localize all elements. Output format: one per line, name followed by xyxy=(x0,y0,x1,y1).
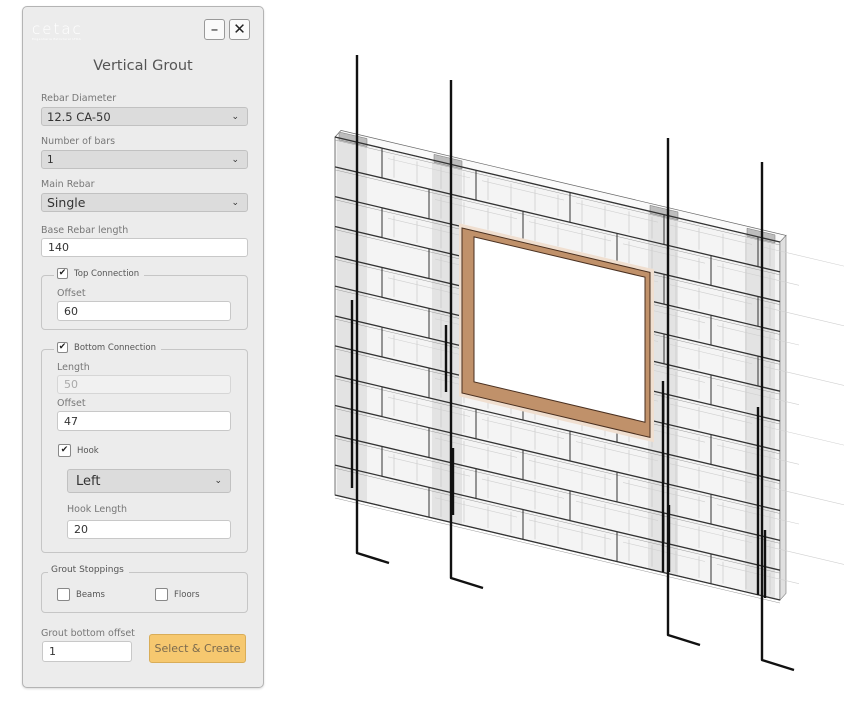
check-icon: ✔ xyxy=(58,268,67,278)
bottom-connection-legend: ✔ Bottom Connection xyxy=(54,342,161,353)
hook-label: Hook xyxy=(77,445,99,456)
top-connection-group: ✔ Top Connection Offset 60 xyxy=(41,268,248,330)
panel-title: Vertical Grout xyxy=(93,58,193,74)
bottom-length-label: Length xyxy=(57,362,90,373)
base-rebar-length-input[interactable]: 140 xyxy=(41,238,248,257)
minimize-button[interactable]: – xyxy=(204,19,225,40)
hook-length-input[interactable]: 20 xyxy=(67,520,231,539)
top-offset-input[interactable]: 60 xyxy=(57,301,231,321)
check-icon: ✔ xyxy=(58,342,67,352)
floors-label: Floors xyxy=(174,589,200,600)
bottom-connection-group: ✔ Bottom Connection Length 50 Offset 47 … xyxy=(41,342,248,553)
top-connection-label: Top Connection xyxy=(74,268,140,279)
beams-label: Beams xyxy=(76,589,105,600)
hook-side-select[interactable]: Left ⌄ xyxy=(67,469,231,493)
number-of-bars-select[interactable]: 1 ⌄ xyxy=(41,150,248,169)
logo-subtitle: Engenharia Estrutural LTDA xyxy=(32,37,81,41)
chevron-down-icon: ⌄ xyxy=(231,154,239,165)
number-of-bars-label: Number of bars xyxy=(41,136,116,147)
hook-row: ✔ Hook xyxy=(58,444,99,457)
beams-checkbox[interactable] xyxy=(57,588,70,601)
base-rebar-length-label: Base Rebar length xyxy=(41,225,129,236)
chevron-down-icon: ⌄ xyxy=(214,476,222,486)
rebar-diameter-select[interactable]: 12.5 CA-50 ⌄ xyxy=(41,107,248,126)
chevron-down-icon: ⌄ xyxy=(231,111,239,122)
bottom-connection-label: Bottom Connection xyxy=(74,342,156,353)
select-and-create-button[interactable]: Select & Create xyxy=(149,634,246,663)
hook-length-label: Hook Length xyxy=(67,504,128,515)
check-icon: ✔ xyxy=(60,445,69,455)
hook-side-value: Left xyxy=(76,473,101,489)
bottom-offset-input[interactable]: 47 xyxy=(57,411,231,431)
floors-option: Floors xyxy=(155,588,200,601)
close-button[interactable]: ✕ xyxy=(229,19,250,40)
wall-side xyxy=(779,234,787,601)
grout-stoppings-legend: Grout Stoppings xyxy=(48,565,129,575)
vertical-grout-panel: cetac Engenharia Estrutural LTDA – ✕ Ver… xyxy=(22,6,264,688)
grout-stoppings-group: Grout Stoppings Beams Floors xyxy=(41,565,248,613)
beams-option: Beams xyxy=(57,588,105,601)
3d-wall-viewport[interactable] xyxy=(270,0,844,705)
chevron-down-icon: ⌄ xyxy=(231,197,239,208)
number-of-bars-value: 1 xyxy=(47,153,54,166)
hook-checkbox[interactable]: ✔ xyxy=(58,444,71,457)
main-rebar-value: Single xyxy=(47,195,86,210)
bottom-connection-checkbox[interactable]: ✔ xyxy=(57,342,68,353)
grout-bottom-offset-label: Grout bottom offset xyxy=(41,628,135,639)
top-offset-label: Offset xyxy=(57,288,86,299)
rebar-diameter-value: 12.5 CA-50 xyxy=(47,109,111,124)
bottom-offset-label: Offset xyxy=(57,398,86,409)
floors-checkbox[interactable] xyxy=(155,588,168,601)
close-icon: ✕ xyxy=(233,20,246,38)
top-connection-legend: ✔ Top Connection xyxy=(54,268,145,279)
grout-bottom-offset-input[interactable]: 1 xyxy=(42,641,132,662)
main-rebar-select[interactable]: Single ⌄ xyxy=(41,193,248,212)
top-connection-checkbox[interactable]: ✔ xyxy=(57,268,68,279)
rebar-diameter-label: Rebar Diameter xyxy=(41,93,117,104)
main-rebar-label: Main Rebar xyxy=(41,179,95,190)
bottom-length-input: 50 xyxy=(57,375,231,394)
minus-icon: – xyxy=(210,20,219,38)
cetac-logo: cetac xyxy=(32,20,83,38)
